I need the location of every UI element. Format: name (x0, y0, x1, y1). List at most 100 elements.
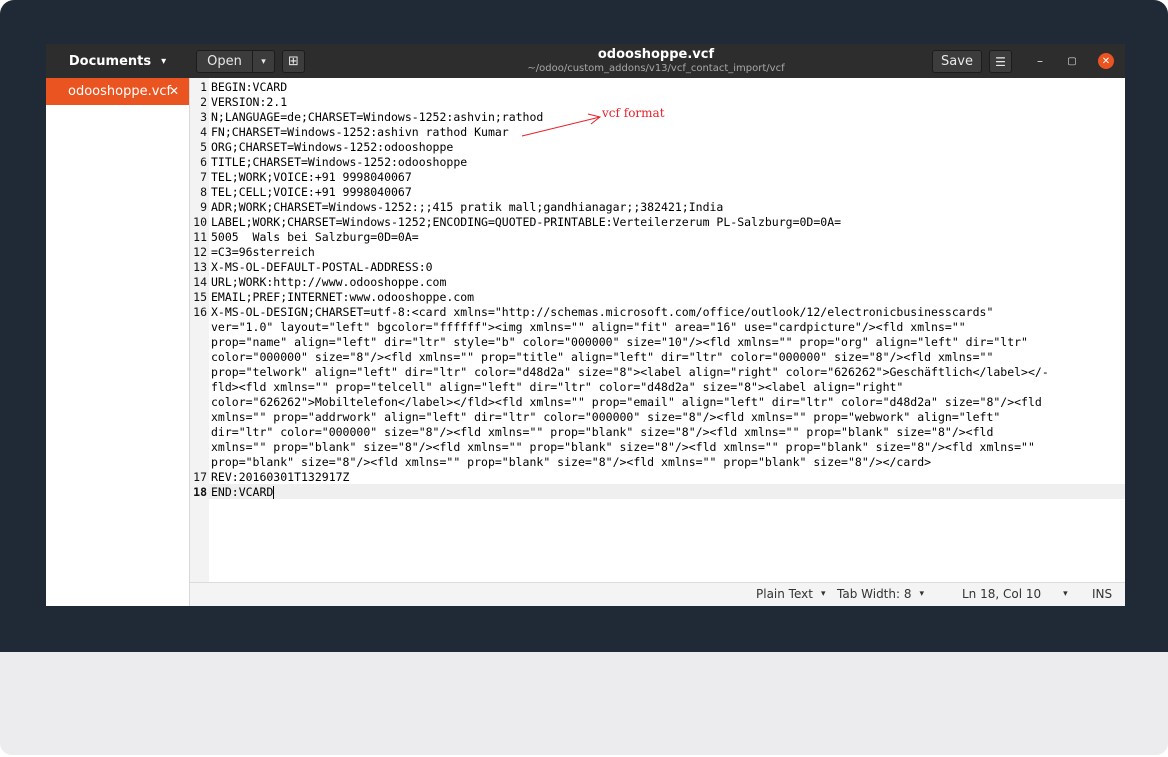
line-number: 12 (193, 245, 207, 259)
open-dropdown-chevron-icon[interactable]: ▾ (253, 50, 275, 73)
close-window-icon[interactable]: ✕ (1098, 53, 1114, 69)
line-number: 1 (200, 80, 207, 94)
line-text: prop="blank" size="8"/><fld xmlns="" pro… (211, 455, 932, 469)
line-number: 14 (193, 275, 207, 289)
line-number (190, 395, 207, 410)
line-text: FN;CHARSET=Windows-1252:ashivn rathod Ku… (211, 125, 509, 139)
line-text: EMAIL;PREF;INTERNET:www.odooshoppe.com (211, 290, 475, 304)
line-text: prop="telwork" align="left" dir="ltr" co… (211, 365, 1049, 379)
code-line[interactable]: prop="name" align="left" dir="ltr" style… (190, 335, 1125, 350)
code-line[interactable]: 6 TITLE;CHARSET=Windows-1252:odooshoppe (190, 155, 1125, 170)
line-number: 13 (193, 260, 207, 274)
window-title: odooshoppe.vcf (597, 47, 715, 62)
code-line[interactable]: 14 URL;WORK:http://www.odooshoppe.com (190, 275, 1125, 290)
line-text: TEL;WORK;VOICE:+91 9998040067 (211, 170, 412, 184)
chevron-down-icon: ▾ (919, 589, 925, 599)
gedit-window: Documents ▾ Open ▾ ⊞ odooshoppe.vcf ~/od… (46, 44, 1125, 606)
open-button[interactable]: Open (196, 50, 253, 73)
code-line[interactable]: ver="1.0" layout="left" bgcolor="ffffff"… (190, 320, 1125, 335)
line-number: 11 (193, 230, 207, 244)
line-text: color="626262">Mobiltelefon</label></fld… (211, 395, 1042, 409)
tab-width-label: Tab Width: 8 (837, 587, 912, 601)
sidebar-item-odooshoppe-vcf[interactable]: odooshoppe.vcf ✕ (46, 78, 189, 105)
line-text: fld><fld xmlns="" prop="telcell" align="… (211, 380, 904, 394)
language-selector[interactable]: Plain Text ▾ (756, 587, 825, 601)
line-number (190, 455, 207, 470)
cursor-position-label: Ln 18, Col 10 (962, 587, 1042, 601)
code-line[interactable]: 12 =C3=96sterreich (190, 245, 1125, 260)
line-number (190, 380, 207, 395)
new-tab-icon[interactable]: ⊞ (282, 50, 305, 73)
code-line[interactable]: 2 VERSION:2.1 (190, 95, 1125, 110)
line-number: 15 (193, 290, 207, 304)
close-document-icon[interactable]: ✕ (169, 84, 179, 98)
code-line[interactable]: color="000000" size="8"/><fld xmlns="" p… (190, 350, 1125, 365)
line-number: 18 (193, 485, 207, 499)
line-number: 8 (200, 185, 207, 199)
line-text: TEL;CELL;VOICE:+91 9998040067 (211, 185, 412, 199)
code-line[interactable]: 11 5005 Wals bei Salzburg=0D=0A= (190, 230, 1125, 245)
line-number: 6 (200, 155, 207, 169)
insert-mode-indicator[interactable]: INS (1092, 587, 1112, 601)
window-title-block: odooshoppe.vcf ~/odoo/custom_addons/v13/… (446, 47, 866, 75)
code-line[interactable]: 18 END:VCARD (190, 485, 1125, 500)
code-line[interactable]: 4 FN;CHARSET=Windows-1252:ashivn rathod K… (190, 125, 1125, 140)
maximize-icon[interactable]: ▢ (1064, 52, 1080, 70)
line-number (190, 320, 207, 335)
line-text: prop="name" align="left" dir="ltr" style… (211, 335, 1028, 349)
chevron-down-icon: ▾ (161, 55, 167, 67)
documents-sidebar: odooshoppe.vcf ✕ (46, 78, 190, 606)
line-text: X-MS-OL-DESIGN;CHARSET=utf-8:<card xmlns… (211, 305, 994, 319)
monitor-frame: Documents ▾ Open ▾ ⊞ odooshoppe.vcf ~/od… (0, 0, 1168, 757)
documents-button[interactable]: Documents ▾ (46, 44, 189, 78)
line-text: xmlns="" prop="addrwork" align="left" di… (211, 410, 1001, 424)
code-content[interactable]: 1 BEGIN:VCARD 2 VERSION:2.1 3 N;LANGUAGE=de;C… (190, 80, 1125, 500)
line-number (190, 350, 207, 365)
line-number: 16 (193, 305, 207, 319)
header-bar: Documents ▾ Open ▾ ⊞ odooshoppe.vcf ~/od… (46, 44, 1125, 78)
code-line[interactable]: xmlns="" prop="addrwork" align="left" di… (190, 410, 1125, 425)
code-line[interactable]: 9 ADR;WORK;CHARSET=Windows-1252:;;415 pra… (190, 200, 1125, 215)
line-text: TITLE;CHARSET=Windows-1252:odooshoppe (211, 155, 468, 169)
open-button-group: Open ▾ (196, 50, 275, 73)
line-text: ver="1.0" layout="left" bgcolor="ffffff"… (211, 320, 966, 334)
line-number (190, 335, 207, 350)
line-text: color="000000" size="8"/><fld xmlns="" p… (211, 350, 994, 364)
cursor-position-selector[interactable]: Ln 18, Col 10 ▾ (962, 587, 1068, 601)
text-editor[interactable]: 1 BEGIN:VCARD 2 VERSION:2.1 3 N;LANGUAGE=de;C… (190, 78, 1125, 582)
line-text: N;LANGUAGE=de;CHARSET=Windows-1252:ashvi… (211, 110, 544, 124)
code-line[interactable]: color="626262">Mobiltelefon</label></fld… (190, 395, 1125, 410)
code-line[interactable]: 16 X-MS-OL-DESIGN;CHARSET=utf-8:<card xml… (190, 305, 1125, 320)
tab-width-selector[interactable]: Tab Width: 8 ▾ (837, 587, 924, 601)
monitor-chin (0, 652, 1168, 755)
code-line[interactable]: fld><fld xmlns="" prop="telcell" align="… (190, 380, 1125, 395)
code-line[interactable]: 1 BEGIN:VCARD (190, 80, 1125, 95)
status-bar: Plain Text ▾ Tab Width: 8 ▾ Ln 18, Col 1… (190, 582, 1125, 606)
line-text: dir="ltr" color="000000" size="8"/><fld … (211, 425, 994, 439)
line-text: =C3=96sterreich (211, 245, 315, 259)
code-line[interactable]: 5 ORG;CHARSET=Windows-1252:odooshoppe (190, 140, 1125, 155)
hamburger-menu-icon[interactable]: ☰ (989, 50, 1012, 73)
code-line[interactable]: 13 X-MS-OL-DEFAULT-POSTAL-ADDRESS:0 (190, 260, 1125, 275)
file-path: ~/odoo/custom_addons/v13/vcf_contact_imp… (527, 63, 785, 74)
code-line[interactable]: 15 EMAIL;PREF;INTERNET:www.odooshoppe.com (190, 290, 1125, 305)
line-number: 2 (200, 95, 207, 109)
save-button[interactable]: Save (932, 50, 982, 73)
documents-label: Documents (68, 53, 152, 69)
line-number: 9 (200, 200, 207, 214)
code-line[interactable]: 7 TEL;WORK;VOICE:+91 9998040067 (190, 170, 1125, 185)
line-text: REV:20160301T132917Z (211, 470, 350, 484)
line-text: LABEL;WORK;CHARSET=Windows-1252;ENCODING… (211, 215, 842, 229)
code-line[interactable]: dir="ltr" color="000000" size="8"/><fld … (190, 425, 1125, 440)
chevron-down-icon: ▾ (820, 589, 826, 599)
code-line[interactable]: prop="blank" size="8"/><fld xmlns="" pro… (190, 455, 1125, 470)
line-number (190, 410, 207, 425)
code-line[interactable]: 3 N;LANGUAGE=de;CHARSET=Windows-1252:ashv… (190, 110, 1125, 125)
code-line[interactable]: 17 REV:20160301T132917Z (190, 470, 1125, 485)
minimize-icon[interactable]: – (1032, 52, 1048, 70)
code-line[interactable]: 10 LABEL;WORK;CHARSET=Windows-1252;ENCODI… (190, 215, 1125, 230)
code-line[interactable]: prop="telwork" align="left" dir="ltr" co… (190, 365, 1125, 380)
code-line[interactable]: 8 TEL;CELL;VOICE:+91 9998040067 (190, 185, 1125, 200)
code-line[interactable]: xmlns="" prop="blank" size="8"/><fld xml… (190, 440, 1125, 455)
chevron-down-icon: ▾ (1063, 589, 1068, 599)
